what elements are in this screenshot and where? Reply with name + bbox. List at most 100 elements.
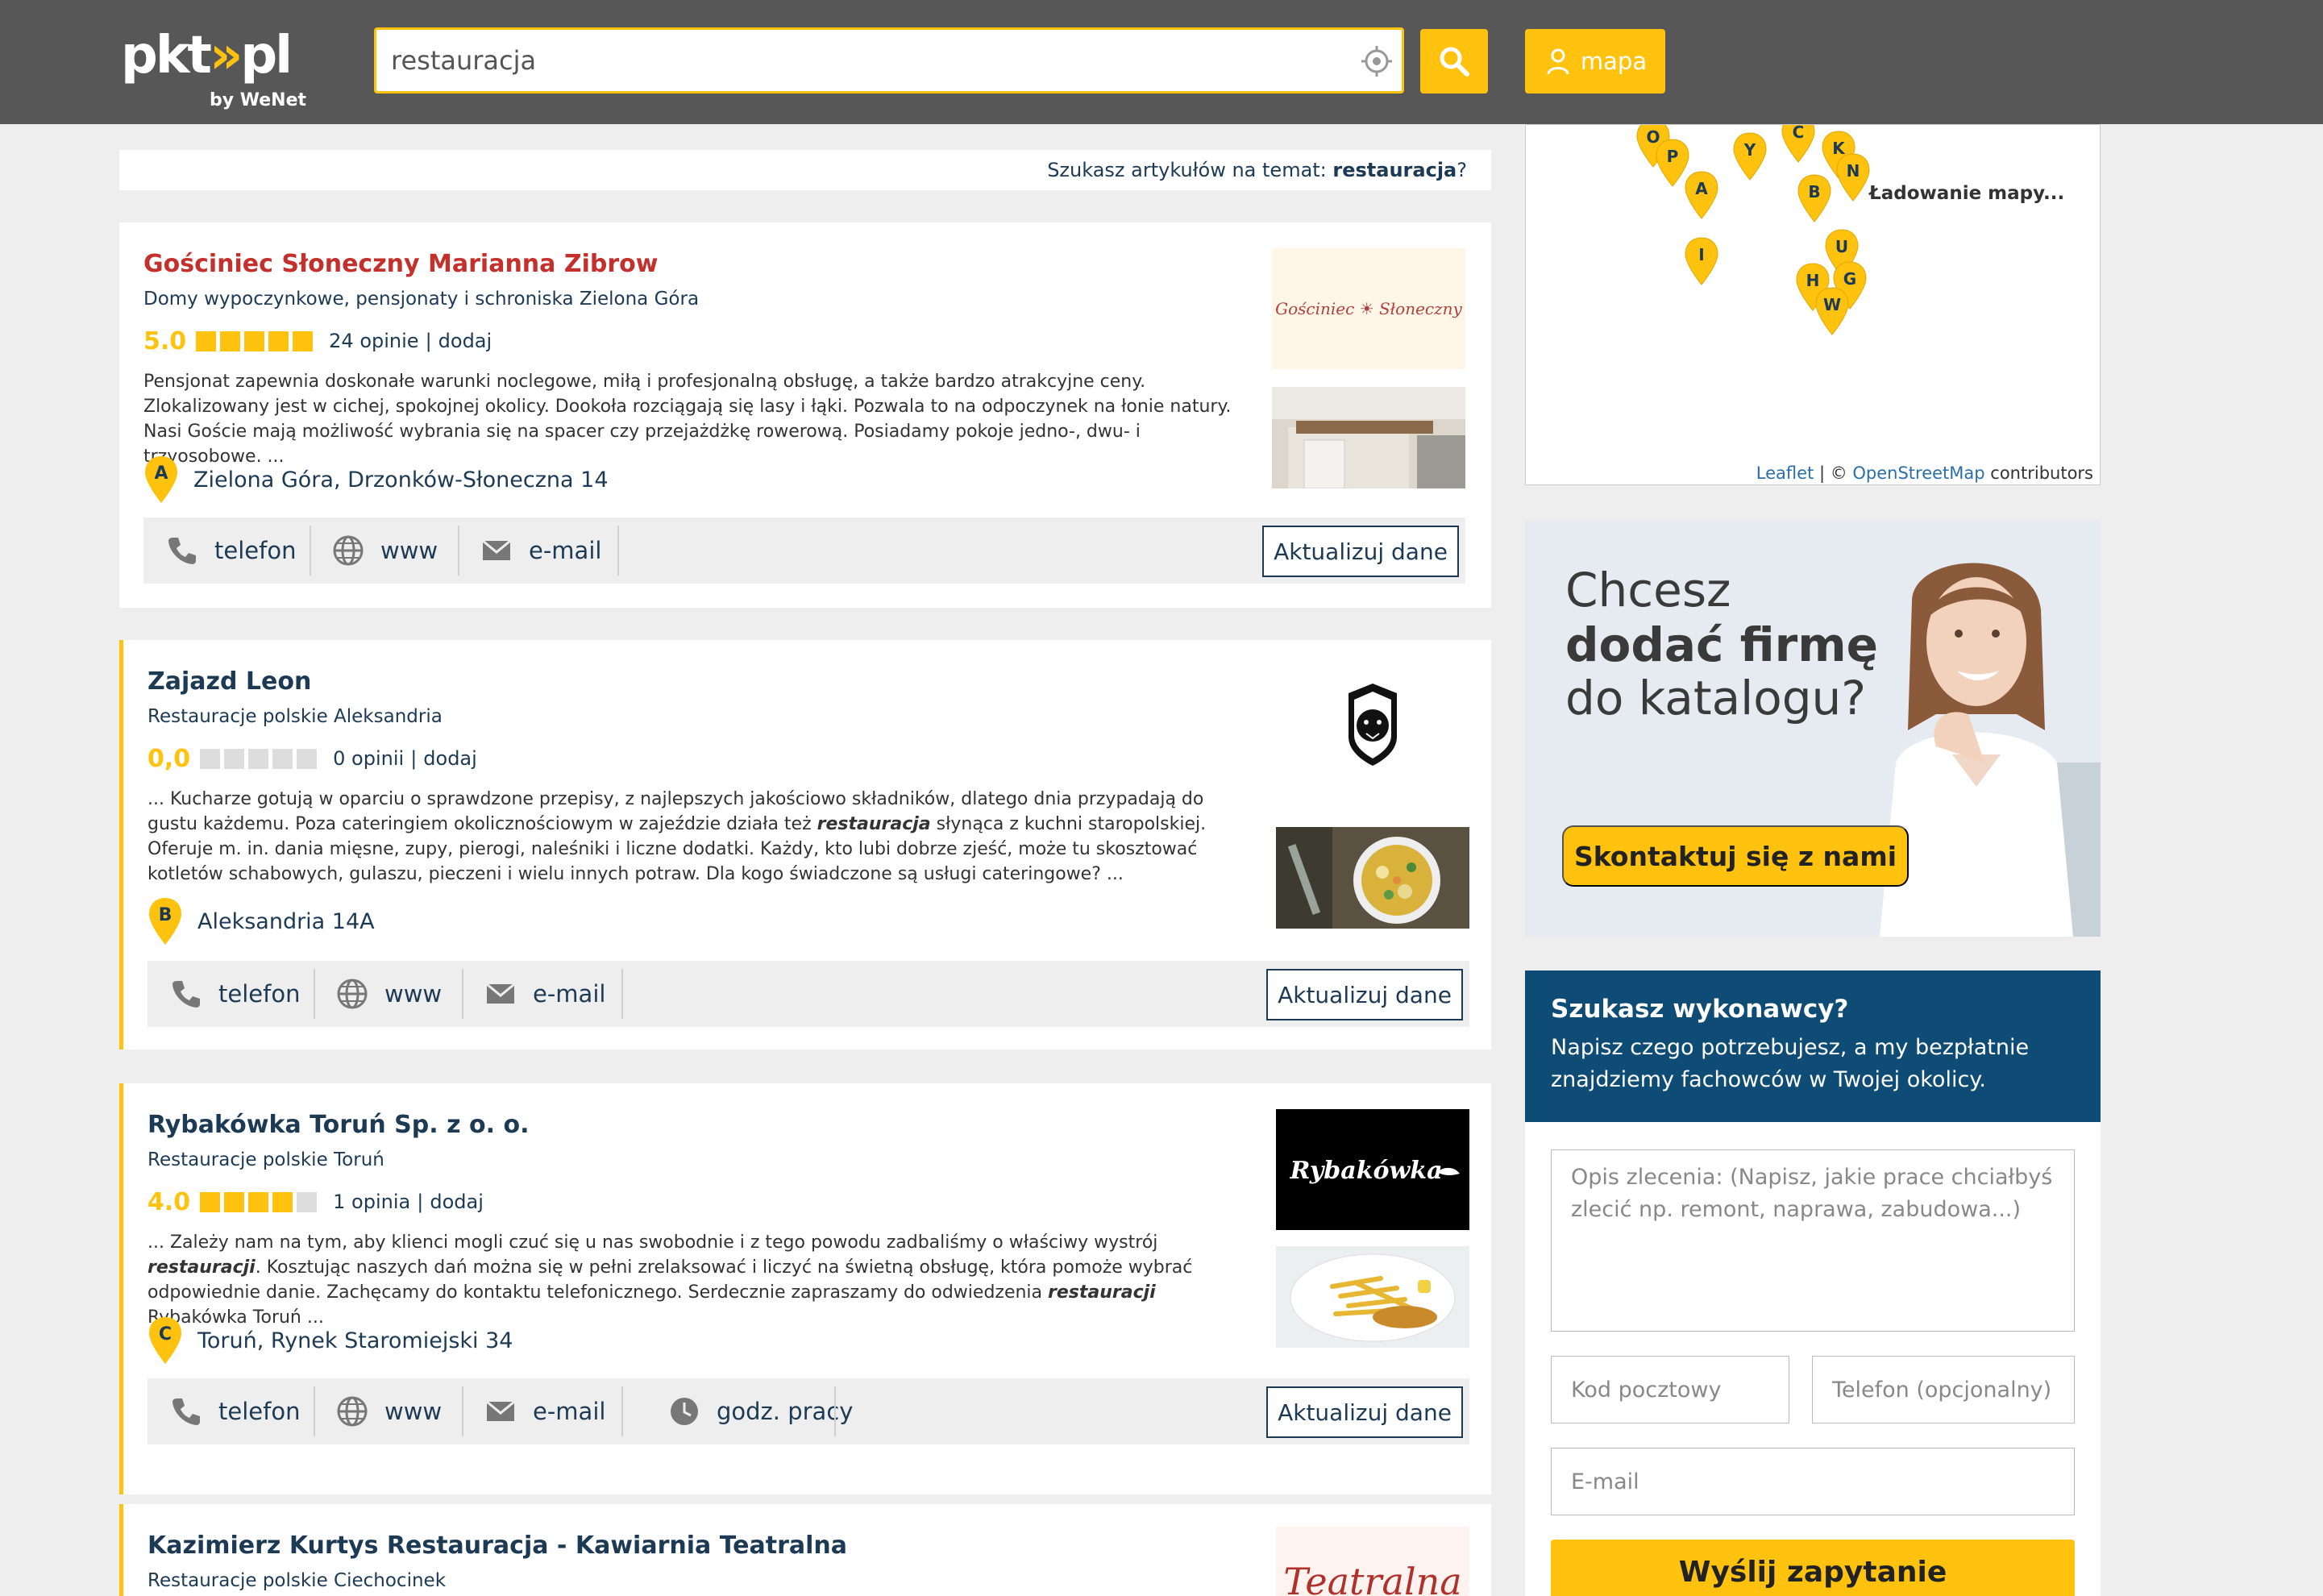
svg-text:G: G [1843, 269, 1856, 289]
svg-text:A: A [154, 463, 168, 484]
map-marker-a[interactable]: A [1685, 171, 1718, 219]
update-data-button[interactable]: Aktualizuj dane [1262, 526, 1459, 577]
svg-text:P: P [1667, 147, 1679, 166]
add-review-link[interactable]: dodaj [430, 1191, 484, 1213]
review-count-link[interactable]: 0 opinii [333, 747, 404, 770]
update-data-button[interactable]: Aktualizuj dane [1266, 969, 1463, 1020]
star-filled-icon [196, 330, 217, 351]
listing-card: Kazimierz Kurtys Restauracja - Kawiarnia… [119, 1504, 1491, 1596]
job-description-field[interactable] [1551, 1149, 2075, 1332]
www-action[interactable]: www [336, 1386, 442, 1436]
search-button[interactable] [1420, 29, 1488, 94]
svg-text:H: H [1806, 271, 1820, 290]
svg-text:Y: Y [1743, 140, 1756, 160]
action-divider [621, 1386, 623, 1436]
review-count-link[interactable]: 1 opinia [333, 1191, 410, 1213]
listing-category[interactable]: Restauracje polskie Aleksandria [148, 706, 443, 727]
listing-photo[interactable] [1276, 827, 1469, 929]
search-input[interactable] [374, 27, 1404, 94]
listing-title[interactable]: Kazimierz Kurtys Restauracja - Kawiarnia… [148, 1532, 847, 1560]
map-marker-i[interactable]: I [1685, 237, 1718, 285]
map-markers[interactable]: OPA Y C KN B I UH GW [1526, 125, 2101, 485]
promo-line-3: do katalogu? [1565, 671, 1867, 725]
address-text[interactable]: Zielona Góra, Drzonków-Słoneczna 14 [193, 468, 609, 493]
map-marker-c[interactable]: C [1781, 125, 1815, 163]
email-action[interactable]: e-mail [484, 1386, 605, 1436]
listing-title[interactable]: Rybakówka Toruń Sp. z o. o. [148, 1111, 529, 1139]
rating-value: 0,0 [148, 744, 191, 773]
listing-card: Zajazd Leon Restauracje polskie Aleksand… [119, 640, 1491, 1049]
openstreetmap-link[interactable]: OpenStreetMap [1852, 463, 1984, 483]
listing-title[interactable]: Zajazd Leon [148, 667, 311, 696]
logo-name: pkt [121, 26, 212, 85]
results-map[interactable]: OPA Y C KN B I UH GW Ładowanie mapy... Leaflet … [1525, 124, 2101, 485]
opening-hours-action[interactable]: godz. pracy [668, 1386, 853, 1436]
contact-us-button[interactable]: Skontaktuj się z nami [1562, 825, 1909, 887]
map-marker-p[interactable]: P [1656, 139, 1689, 187]
listing-title[interactable]: Gościniec Słoneczny Marianna Zibrow [143, 250, 658, 278]
listing-category[interactable]: Domy wypoczynkowe, pensjonaty i schronis… [143, 289, 699, 310]
phone-action[interactable]: telefon [166, 526, 296, 576]
svg-text:C: C [1793, 125, 1805, 142]
map-marker-y[interactable]: Y [1733, 132, 1767, 181]
svg-text:U: U [1835, 237, 1848, 256]
action-divider [310, 526, 311, 576]
phone-field[interactable] [1812, 1356, 2075, 1424]
action-divider [834, 1386, 836, 1436]
svg-text:K: K [1832, 139, 1846, 158]
map-marker-b[interactable]: B [1797, 174, 1831, 222]
listing-photo[interactable] [1272, 387, 1465, 488]
article-prompt: Szukasz artykułów na temat: restauracja? [119, 150, 1491, 190]
listing-address: C Toruń, Rynek Staromiejski 34 [148, 1315, 513, 1365]
star-filled-icon [293, 330, 314, 351]
listing-card: Gościniec Słoneczny Marianna Zibrow Domy… [119, 222, 1491, 608]
leaflet-link[interactable]: Leaflet [1756, 463, 1814, 483]
listing-description: ... Kucharze gotują w oparciu o sprawdzo… [148, 789, 1207, 884]
address-text[interactable]: Toruń, Rynek Staromiejski 34 [197, 1328, 513, 1353]
star-filled-icon [244, 330, 265, 351]
listing-rating: 5.0 24 opinie | dodaj [143, 327, 492, 355]
listing-category[interactable]: Restauracje polskie Ciechocinek [148, 1570, 446, 1591]
email-field[interactable] [1551, 1448, 2075, 1515]
lion-logo-image[interactable] [1276, 666, 1469, 787]
phone-action[interactable]: telefon [170, 969, 300, 1019]
company-logo-image[interactable]: Teatralna [1276, 1527, 1469, 1596]
postal-code-field[interactable] [1551, 1356, 1789, 1424]
add-review-link[interactable]: dodaj [423, 747, 477, 770]
email-action[interactable]: e-mail [484, 969, 605, 1019]
add-review-link[interactable]: dodaj [438, 330, 492, 352]
svg-text:Teatralna: Teatralna [1283, 1560, 1461, 1596]
listing-category[interactable]: Restauracje polskie Toruń [148, 1149, 384, 1170]
www-action[interactable]: www [332, 526, 438, 576]
send-inquiry-button[interactable]: Wyślij zapytanie [1551, 1540, 2075, 1596]
star-empty-icon [297, 1191, 318, 1212]
map-marker-w[interactable]: W [1815, 287, 1849, 335]
logo-chevron-icon: » [209, 26, 243, 85]
map-marker-n[interactable]: N [1836, 153, 1870, 202]
globe-icon [337, 979, 368, 1009]
star-filled-icon [268, 330, 289, 351]
map-button[interactable]: mapa [1525, 29, 1665, 94]
update-data-button[interactable]: Aktualizuj dane [1266, 1386, 1463, 1438]
map-loading-text: Ładowanie mapy... [1869, 183, 2065, 204]
phone-action[interactable]: telefon [170, 1386, 300, 1436]
contact-form-title: Szukasz wykonawcy? [1551, 995, 1849, 1024]
listing-photo[interactable] [1276, 1246, 1469, 1348]
address-text[interactable]: Aleksandria 14A [197, 909, 375, 934]
review-count-link[interactable]: 24 opinie [329, 330, 418, 352]
location-crosshair-icon[interactable] [1361, 45, 1393, 77]
site-logo[interactable]: pkt»pl by WeNet [121, 6, 314, 115]
envelope-icon [486, 1400, 515, 1421]
svg-text:I: I [1698, 245, 1704, 264]
article-prompt-term[interactable]: restauracja [1332, 159, 1457, 181]
contact-form: Wyślij zapytanie [1525, 1122, 2101, 1596]
listing-actions: telefon www e-mail Aktualizuj dane [143, 517, 1465, 584]
company-logo-image[interactable]: Rybakówka [1276, 1109, 1469, 1230]
star-empty-icon [297, 748, 318, 769]
email-action[interactable]: e-mail [480, 526, 601, 576]
action-divider [314, 1386, 315, 1436]
www-action[interactable]: www [336, 969, 442, 1019]
promo-banner[interactable]: Chcesz dodać firmę do katalogu? Skontakt… [1525, 521, 2101, 937]
envelope-icon [482, 539, 511, 560]
company-logo-image[interactable]: Gościniec ☀ Słoneczny [1272, 248, 1465, 369]
